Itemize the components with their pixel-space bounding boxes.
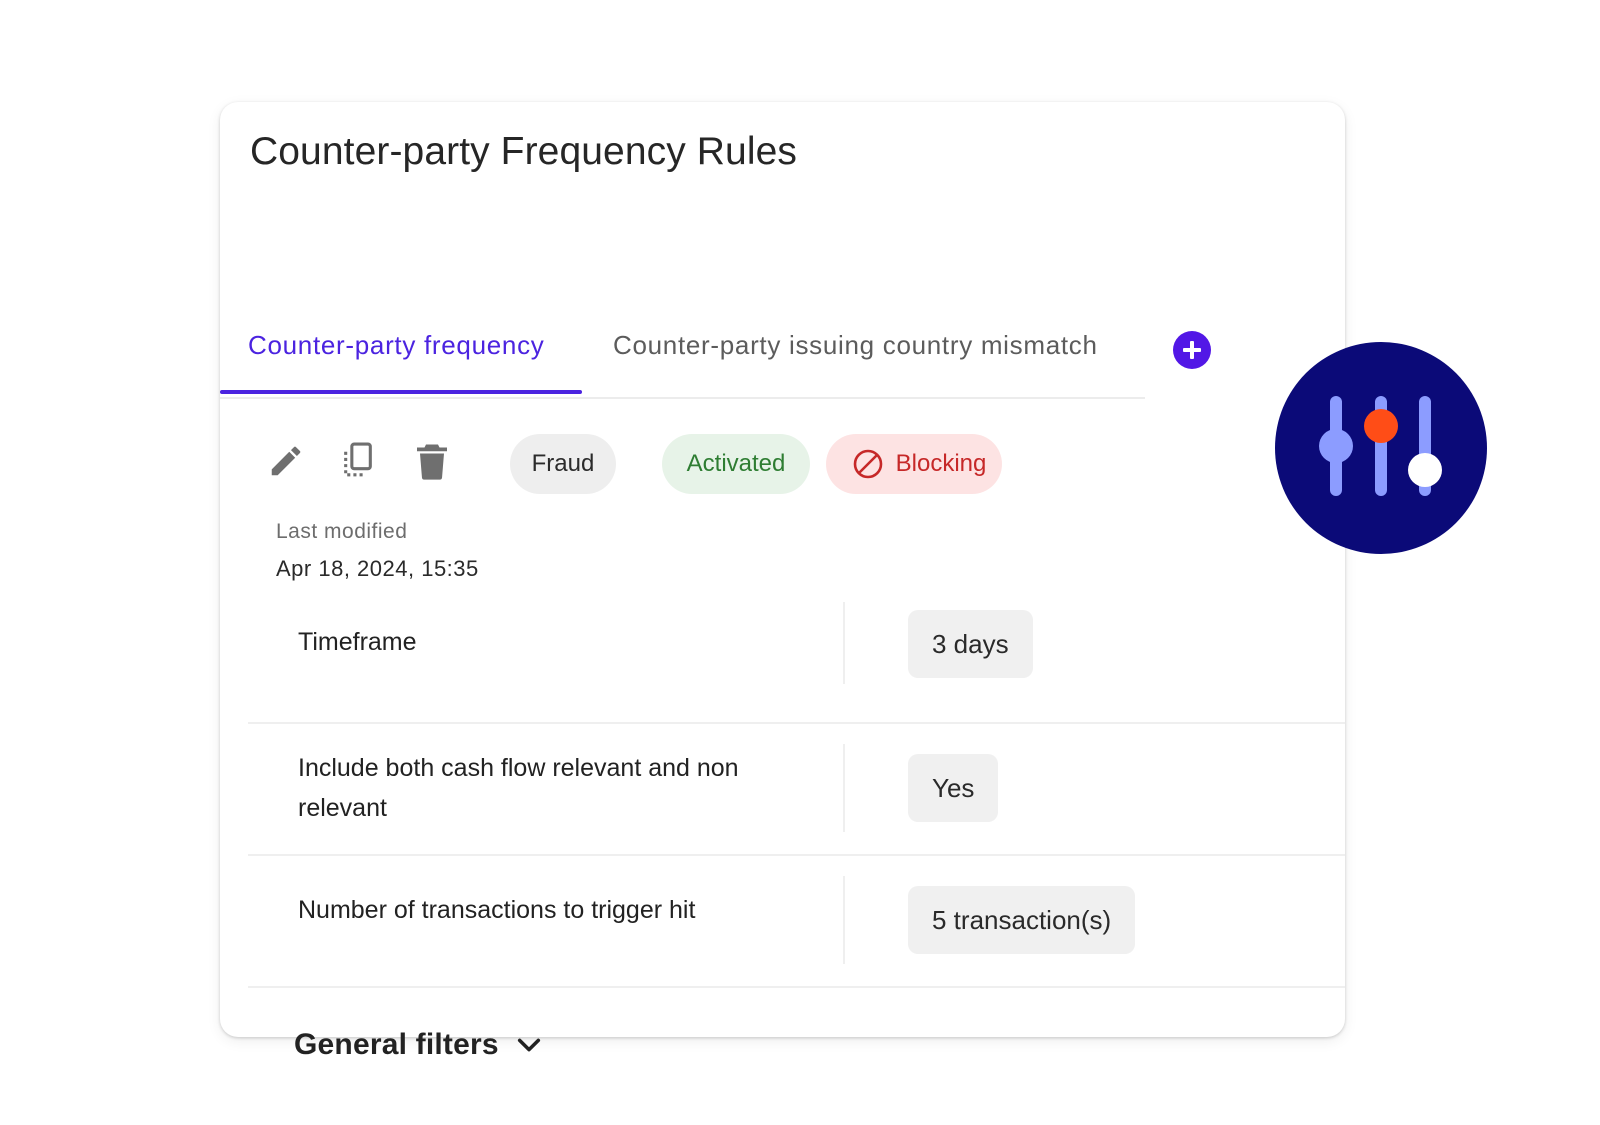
stage: Counter-party Frequency Rules Counter-pa… — [0, 0, 1600, 1125]
active-tab-indicator — [220, 390, 582, 394]
rule-value: Yes — [908, 754, 999, 822]
status-badge-label: Activated — [686, 450, 786, 477]
category-chip: Fraud — [510, 434, 616, 494]
tab-counter-party-issuing-country-mismatch[interactable]: Counter-party issuing country mismatch — [613, 330, 1098, 361]
tab-bar: Counter-party frequency Counter-party is… — [220, 302, 1145, 399]
trash-icon — [417, 444, 447, 480]
edit-button[interactable] — [266, 440, 306, 482]
rule-value: 3 days — [908, 610, 1033, 678]
rule-row-timeframe: Timeframe 3 days — [248, 602, 1345, 724]
sliders-icon — [1319, 396, 1442, 496]
copy-icon — [344, 442, 372, 477]
sliders-badge — [1275, 342, 1487, 554]
last-modified-value: Apr 18, 2024, 15:35 — [276, 556, 479, 581]
block-icon — [853, 449, 882, 479]
general-filters-label: General filters — [294, 1028, 499, 1061]
chevron-down-icon — [517, 1038, 540, 1052]
delete-button[interactable] — [412, 440, 452, 482]
plus-icon — [1183, 341, 1201, 359]
rule-value: 5 transaction(s) — [908, 886, 1136, 954]
last-modified-label: Last modified — [276, 520, 408, 543]
tab-counter-party-frequency[interactable]: Counter-party frequency — [248, 330, 544, 361]
row-divider — [843, 602, 845, 684]
add-tab-button[interactable] — [1173, 331, 1211, 369]
pencil-icon — [271, 446, 301, 476]
general-filters-toggle[interactable]: General filters — [294, 1028, 543, 1062]
rule-row-transaction-count: Number of transactions to trigger hit 5 … — [248, 856, 1345, 988]
row-divider — [843, 876, 845, 964]
row-divider — [843, 744, 845, 832]
blocking-badge-label: Blocking — [895, 450, 987, 477]
status-badge: Activated — [662, 434, 810, 494]
blocking-badge: Blocking — [826, 434, 1002, 494]
rule-label: Timeframe — [298, 628, 417, 656]
rules-card: Counter-party Frequency Rules Counter-pa… — [220, 102, 1345, 1061]
page-title: Counter-party Frequency Rules — [250, 130, 797, 173]
rule-label: Number of transactions to trigger hit — [298, 896, 696, 924]
rule-label: Include both cash flow relevant and non … — [298, 754, 739, 822]
category-chip-label: Fraud — [531, 450, 595, 477]
duplicate-button[interactable] — [338, 440, 378, 482]
rule-row-cash-flow: Include both cash flow relevant and non … — [248, 724, 1345, 856]
